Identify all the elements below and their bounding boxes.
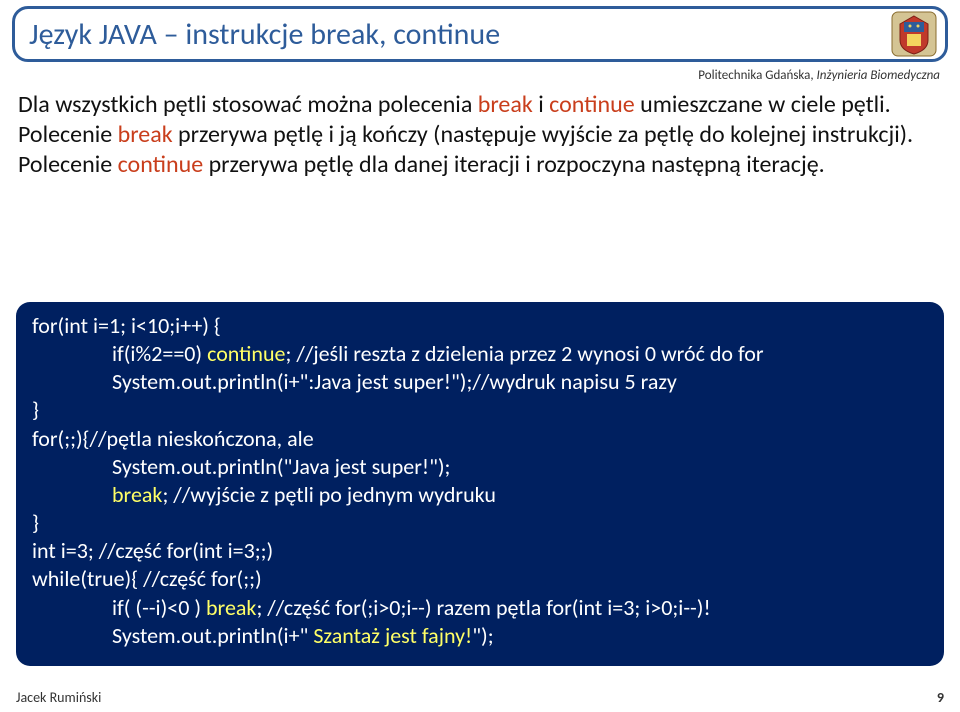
code-text-highlight: Szantaż jest fajny! [313, 622, 472, 649]
code-block: for(int i=1; i<10;i++) { if(i%2==0) cont… [16, 302, 944, 666]
main-paragraph: Dla wszystkich pętli stosować można pole… [18, 90, 942, 180]
subheader: Politechnika Gdańska, Inżynieria Biomedy… [698, 68, 940, 83]
code-text: ; //część for(;i>0;i--) razem pętla for(… [256, 594, 710, 621]
keyword-continue: continue [118, 150, 204, 179]
university-name: Politechnika Gdańska, [698, 68, 816, 83]
code-line: System.out.println(i+" Szantaż jest fajn… [32, 622, 928, 650]
text: Dla wszystkich pętli stosować można pole… [18, 90, 478, 119]
code-line: } [32, 396, 928, 424]
footer-author: Jacek Rumiński [16, 689, 101, 706]
text: przerywa pętlę dla danej iteracji i rozp… [203, 150, 825, 179]
keyword-continue: continue [207, 340, 285, 367]
code-line: if(i%2==0) continue; //jeśli reszta z dz… [32, 340, 928, 368]
university-logo [890, 10, 938, 58]
code-line: System.out.println(i+":Java jest super!"… [32, 368, 928, 396]
keyword-break: break [478, 90, 533, 119]
code-line: int i=3; //część for(int i=3;;) [32, 537, 928, 565]
keyword-break: break [112, 481, 162, 508]
code-text: ; //jeśli reszta z dzielenia przez 2 wyn… [285, 340, 763, 367]
code-text: if( (--i)<0 ) [112, 594, 206, 621]
department-name: Inżynieria Biomedyczna [817, 68, 940, 83]
slide-title: Język JAVA – instrukcje break, continue [29, 16, 500, 53]
code-line: for(;;){//pętla nieskończona, ale [32, 425, 928, 453]
code-line: break; //wyjście z pętli po jednym wydru… [32, 481, 928, 509]
code-text: "); [472, 622, 493, 649]
code-text: System.out.println(i+" [112, 622, 313, 649]
code-line: while(true){ //część for(;;) [32, 565, 928, 593]
code-line: System.out.println("Java jest super!"); [32, 453, 928, 481]
code-line: for(int i=1; i<10;i++) { [32, 312, 928, 340]
code-text: if(i%2==0) [112, 340, 207, 367]
title-box: Język JAVA – instrukcje break, continue [12, 6, 948, 62]
keyword-break: break [206, 594, 256, 621]
footer-page-number: 9 [937, 689, 944, 706]
text: i [533, 90, 549, 119]
keyword-break: break [118, 120, 173, 149]
slide: Język JAVA – instrukcje break, continue … [0, 0, 960, 712]
code-line: if( (--i)<0 ) break; //część for(;i>0;i-… [32, 594, 928, 622]
keyword-continue: continue [549, 90, 635, 119]
code-line: } [32, 509, 928, 537]
code-text: ; //wyjście z pętli po jednym wydruku [162, 481, 495, 508]
